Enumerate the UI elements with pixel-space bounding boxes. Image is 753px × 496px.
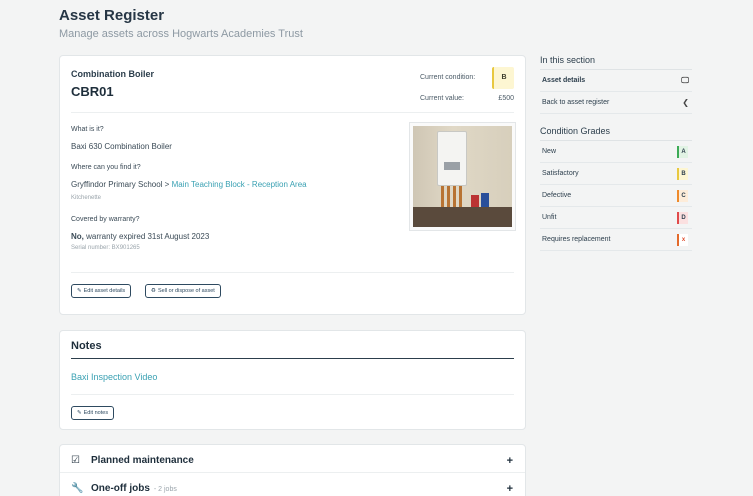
divider [60, 472, 525, 473]
title-underline [71, 358, 514, 359]
grades-heading: Condition Grades [540, 126, 692, 141]
what-value: Baxi 630 Combination Boiler [71, 142, 172, 151]
divider [71, 394, 514, 395]
grade-row: Satisfactory B [540, 163, 692, 185]
grade-badge: C [677, 190, 688, 202]
where-value: Gryffindor Primary School > Main Teachin… [71, 180, 307, 189]
section-nav: In this section Asset details 🖵 Back to … [540, 55, 692, 114]
grade-badge: B [677, 168, 688, 180]
sell-dispose-label: Sell or dispose of asset [157, 288, 215, 294]
condition-grades: Condition Grades New A Satisfactory B Defect… [540, 126, 692, 251]
grade-badge: D [677, 212, 688, 224]
grades-list: New A Satisfactory B Defective C Unfit D Require… [540, 141, 692, 251]
accordion-label-text: One-off jobs [91, 483, 150, 494]
pencil-icon: ✎ [77, 410, 82, 416]
asset-code: CBR01 [71, 84, 114, 99]
grade-row: Unfit D [540, 207, 692, 229]
edit-asset-label: Edit asset details [83, 288, 126, 294]
edit-asset-button[interactable]: ✎ Edit asset details [71, 284, 132, 298]
nav-asset-details[interactable]: Asset details 🖵 [540, 70, 692, 92]
wrench-icon: 🔧 [71, 483, 84, 494]
checkbox-icon: ☑ [71, 455, 80, 466]
shelf-shape [413, 207, 512, 227]
nav-label: Back to asset register [542, 99, 610, 106]
asset-details-card: Combination Boiler CBR01 Current conditi… [59, 55, 526, 315]
page-header: Asset Register Manage assets across Hogw… [59, 7, 303, 40]
value-label: Current value: [420, 95, 464, 102]
plus-icon[interactable]: + [507, 455, 513, 467]
where-room: Kitchenette [71, 195, 102, 201]
notes-card: Notes Baxi Inspection Video ✎ Edit notes [59, 330, 526, 430]
edit-notes-button[interactable]: ✎ Edit notes [71, 406, 115, 420]
accordion-label: Planned maintenance [91, 455, 194, 466]
sell-dispose-button[interactable]: ♻ Sell or dispose of asset [145, 284, 221, 298]
nav-label: Asset details [542, 77, 586, 84]
warranty-value: No, warranty expired 31st August 2023 [71, 232, 209, 241]
condition-label: Current condition: [420, 74, 476, 81]
asset-photo[interactable] [409, 122, 516, 231]
where-label: Where can you find it? [71, 164, 141, 171]
accordion-card: ☑ Planned maintenance + 🔧 One-off jobs - … [59, 444, 526, 496]
accordion-planned-maintenance[interactable]: ☑ Planned maintenance + [60, 447, 525, 474]
serial-number: Serial number: BX901265 [71, 245, 140, 251]
where-block-link[interactable]: Main Teaching Block - Reception Area [172, 180, 307, 189]
grade-row: New A [540, 141, 692, 163]
warranty-text: warranty expired 31st August 2023 [86, 232, 210, 241]
pencil-icon: ✎ [77, 288, 82, 294]
grade-label: New [542, 148, 557, 155]
boiler-image [413, 126, 512, 227]
accordion-label: One-off jobs - 2 jobs [91, 483, 177, 494]
grade-row: Defective C [540, 185, 692, 207]
edit-notes-label: Edit notes [83, 410, 109, 416]
grade-row: Requires replacement x [540, 229, 692, 251]
accordion-one-off-jobs[interactable]: 🔧 One-off jobs - 2 jobs + [60, 475, 525, 496]
monitor-icon: 🖵 [681, 76, 689, 85]
boiler-shape [437, 131, 467, 186]
grade-label: Unfit [542, 214, 557, 221]
value-amount: £500 [498, 95, 514, 102]
condition-badge: B [492, 67, 514, 89]
page-subtitle: Manage assets across Hogwarts Academies … [59, 28, 303, 40]
divider [71, 112, 514, 113]
divider [71, 272, 514, 273]
where-school: Gryffindor Primary School > [71, 180, 170, 189]
recycle-icon: ♻ [151, 288, 156, 294]
boiler-panel [444, 162, 460, 170]
grade-label: Defective [542, 192, 572, 199]
back-icon: ❮ [682, 98, 689, 107]
notes-title: Notes [71, 340, 102, 352]
plus-icon[interactable]: + [507, 483, 513, 495]
grade-label: Satisfactory [542, 170, 579, 177]
warranty-label: Covered by warranty? [71, 216, 140, 223]
section-heading: In this section [540, 55, 692, 70]
nav-back-to-register[interactable]: Back to asset register ❮ [540, 92, 692, 114]
notes-link[interactable]: Baxi Inspection Video [71, 372, 157, 382]
grade-badge: x [677, 234, 688, 246]
page-title: Asset Register [59, 7, 165, 24]
asset-type: Combination Boiler [71, 69, 154, 79]
job-count: - 2 jobs [153, 486, 177, 493]
grade-badge: A [677, 146, 688, 158]
what-label: What is it? [71, 126, 104, 133]
warranty-no: No, [71, 232, 84, 241]
grade-label: Requires replacement [542, 236, 611, 243]
